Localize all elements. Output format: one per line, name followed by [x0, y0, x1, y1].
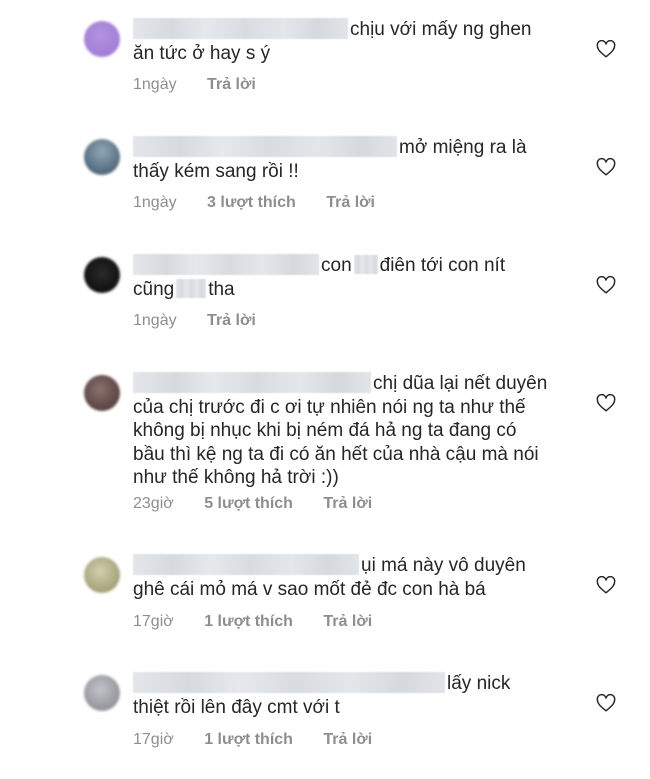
comment-line: thiệt rồi lên đây cmt với t [133, 696, 340, 718]
comment-line: như thế không hả trời :)) [133, 467, 339, 488]
reply-button[interactable]: Trả lời [207, 76, 256, 93]
heart-icon[interactable] [596, 576, 616, 594]
comment-meta: 1ngày Trả lời [133, 76, 282, 94]
timestamp: 1ngày [133, 312, 177, 329]
reply-button[interactable]: Trả lời [207, 312, 256, 329]
comment-line: mở miệng ra là [399, 137, 527, 158]
comment-text: con điên tới con nít cũng tha [133, 254, 573, 301]
likes-count[interactable]: 3 lượt thích [207, 194, 296, 211]
redacted-word [176, 278, 207, 298]
redacted-username [133, 372, 371, 393]
comment-meta: 23giờ 5 lượt thích Trả lời [133, 495, 398, 513]
comment-line: thấy kém sang rồi !! [133, 160, 299, 182]
comment-line: chị dũa lại nết duyên [373, 373, 548, 394]
timestamp: 17giờ [133, 613, 174, 630]
reply-button[interactable]: Trả lời [323, 613, 372, 630]
likes-count[interactable]: 5 lượt thích [204, 495, 293, 512]
comment-line: ăn tức ở hay s ý [133, 42, 271, 64]
redacted-username [133, 18, 348, 39]
comment-line: ghê cái mỏ má v sao mốt đẻ đc con hà bá [133, 578, 486, 600]
comment-line: tha [208, 278, 235, 300]
timestamp: 1ngày [133, 194, 177, 211]
redacted-username [133, 136, 397, 157]
redacted-word [353, 255, 378, 274]
comment-text: chị dũa lại nết duyên của chị trước đi c… [133, 372, 573, 490]
comment-line: ụi má này vô duyên [361, 555, 526, 576]
heart-icon[interactable] [596, 394, 616, 412]
comment-meta: 17giờ 1 lượt thích Trả lời [133, 731, 398, 749]
comment-line: của chị trước đi c ơi tự nhiên nói ng ta… [133, 396, 526, 418]
timestamp: 17giờ [133, 731, 174, 748]
comment-line: cũng [133, 278, 175, 300]
redacted-username [133, 254, 319, 275]
heart-icon[interactable] [596, 40, 616, 58]
redacted-username [133, 672, 445, 693]
comment-line: con [321, 255, 352, 276]
timestamp: 1ngày [133, 76, 177, 93]
avatar[interactable] [84, 557, 120, 593]
comment-line: không bị nhục khi bị ném đá hả ng ta đan… [133, 420, 517, 441]
comment-text: lấy nick thiệt rồi lên đây cmt với t [133, 672, 573, 719]
comment-line: chịu với mấy ng ghen [350, 19, 532, 40]
avatar[interactable] [84, 257, 120, 293]
comment-meta: 17giờ 1 lượt thích Trả lời [133, 613, 398, 631]
comment-text: ụi má này vô duyên ghê cái mỏ má v sao m… [133, 554, 573, 601]
likes-count[interactable]: 1 lượt thích [204, 613, 293, 630]
avatar[interactable] [84, 375, 120, 411]
heart-icon[interactable] [596, 694, 616, 712]
timestamp: 23giờ [133, 495, 174, 512]
avatar[interactable] [84, 675, 120, 711]
reply-button[interactable]: Trả lời [326, 194, 375, 211]
comment-line: bầu thì kệ ng ta đi có ăn hết của nhà cậ… [133, 443, 539, 465]
reply-button[interactable]: Trả lời [323, 495, 372, 512]
heart-icon[interactable] [596, 158, 616, 176]
reply-button[interactable]: Trả lời [323, 731, 372, 748]
heart-icon[interactable] [596, 276, 616, 294]
avatar[interactable] [84, 21, 120, 57]
likes-count[interactable]: 1 lượt thích [204, 731, 293, 748]
avatar[interactable] [84, 139, 120, 175]
comment-line: điên tới con nít [379, 255, 506, 276]
redacted-username [133, 554, 359, 575]
comment-text: mở miệng ra là thấy kém sang rồi !! [133, 136, 573, 183]
comment-meta: 1ngày Trả lời [133, 312, 282, 330]
comment-line: lấy nick [447, 673, 511, 694]
comment-meta: 1ngày 3 lượt thích Trả lời [133, 194, 401, 212]
comment-text: chịu với mấy ng ghen ăn tức ở hay s ý [133, 18, 573, 65]
